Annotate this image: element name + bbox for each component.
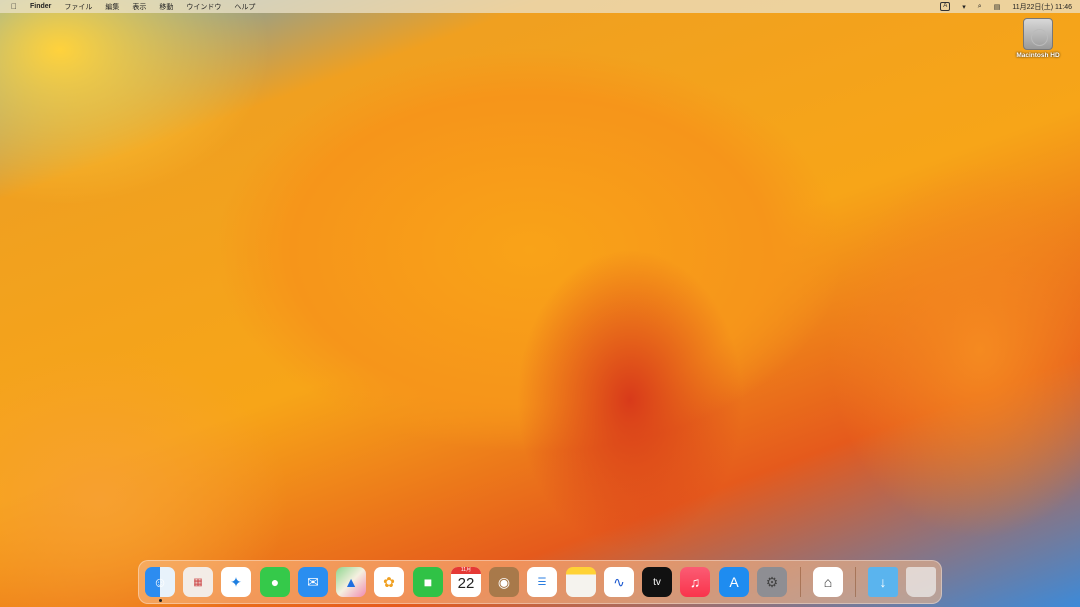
clock[interactable]: 11月22日(土) 11:46 bbox=[1012, 2, 1072, 12]
tv-label: tv bbox=[653, 576, 661, 588]
calendar-day: 22 bbox=[457, 575, 475, 592]
dock-divider bbox=[855, 567, 856, 597]
system-settings-icon[interactable]: ⚙ bbox=[757, 567, 787, 597]
menu-file[interactable]: ファイル bbox=[64, 2, 92, 12]
launchpad-icon[interactable]: ▦ bbox=[183, 567, 213, 597]
mail-icon[interactable]: ✉ bbox=[298, 567, 328, 597]
control-center-icon[interactable]: ▤ bbox=[994, 3, 1001, 11]
menu-view[interactable]: 表示 bbox=[132, 2, 146, 12]
freeform-icon[interactable]: ∿ bbox=[604, 567, 634, 597]
hard-drive-icon bbox=[1023, 18, 1053, 50]
app-store-icon[interactable]: A bbox=[719, 567, 749, 597]
desktop-icon-macintosh-hd[interactable]: Macintosh HD bbox=[1008, 18, 1068, 59]
maps-icon[interactable]: ▲ bbox=[336, 567, 366, 597]
apple-menu-icon[interactable]:  bbox=[11, 2, 17, 11]
finder-icon[interactable]: ☺ bbox=[145, 567, 175, 597]
calendar-icon[interactable]: 11月 22 bbox=[451, 567, 481, 597]
search-icon[interactable]: ⌕ bbox=[978, 3, 982, 11]
apple-tv-icon[interactable]: tv bbox=[642, 567, 672, 597]
menu-app-name[interactable]: Finder bbox=[30, 3, 51, 10]
calendar-month: 11月 bbox=[451, 567, 481, 574]
facetime-icon[interactable]: ■ bbox=[413, 567, 443, 597]
music-icon[interactable]: ♫ bbox=[680, 567, 710, 597]
safari-icon[interactable]: ✦ bbox=[221, 567, 251, 597]
menu-window[interactable]: ウインドウ bbox=[186, 2, 221, 12]
menu-edit[interactable]: 編集 bbox=[105, 2, 119, 12]
desktop-icon-label: Macintosh HD bbox=[1016, 52, 1060, 59]
menu-bar:  Finder ファイル 編集 表示 移動 ウインドウ ヘルプ A ▾ ⌕ ▤… bbox=[0, 0, 1080, 13]
wifi-icon[interactable]: ▾ bbox=[962, 3, 966, 11]
running-indicator bbox=[159, 599, 162, 602]
notes-icon[interactable] bbox=[566, 567, 596, 597]
system-information-icon[interactable]: ⌂ bbox=[813, 567, 843, 597]
dock: ☺ ▦ ✦ ● ✉ ▲ ✿ ■ 11月 22 ◉ ☰ ∿ tv ♫ A ⚙ ⌂ … bbox=[138, 560, 942, 604]
trash-icon[interactable] bbox=[906, 567, 936, 597]
input-source-icon[interactable]: A bbox=[940, 2, 951, 11]
menu-help[interactable]: ヘルプ bbox=[234, 2, 255, 12]
contacts-icon[interactable]: ◉ bbox=[489, 567, 519, 597]
messages-icon[interactable]: ● bbox=[260, 567, 290, 597]
dock-divider bbox=[800, 567, 801, 597]
photos-icon[interactable]: ✿ bbox=[374, 567, 404, 597]
desktop-wallpaper bbox=[0, 0, 1080, 607]
downloads-folder-icon[interactable]: ↓ bbox=[868, 567, 898, 597]
menu-go[interactable]: 移動 bbox=[159, 2, 173, 12]
reminders-icon[interactable]: ☰ bbox=[527, 567, 557, 597]
